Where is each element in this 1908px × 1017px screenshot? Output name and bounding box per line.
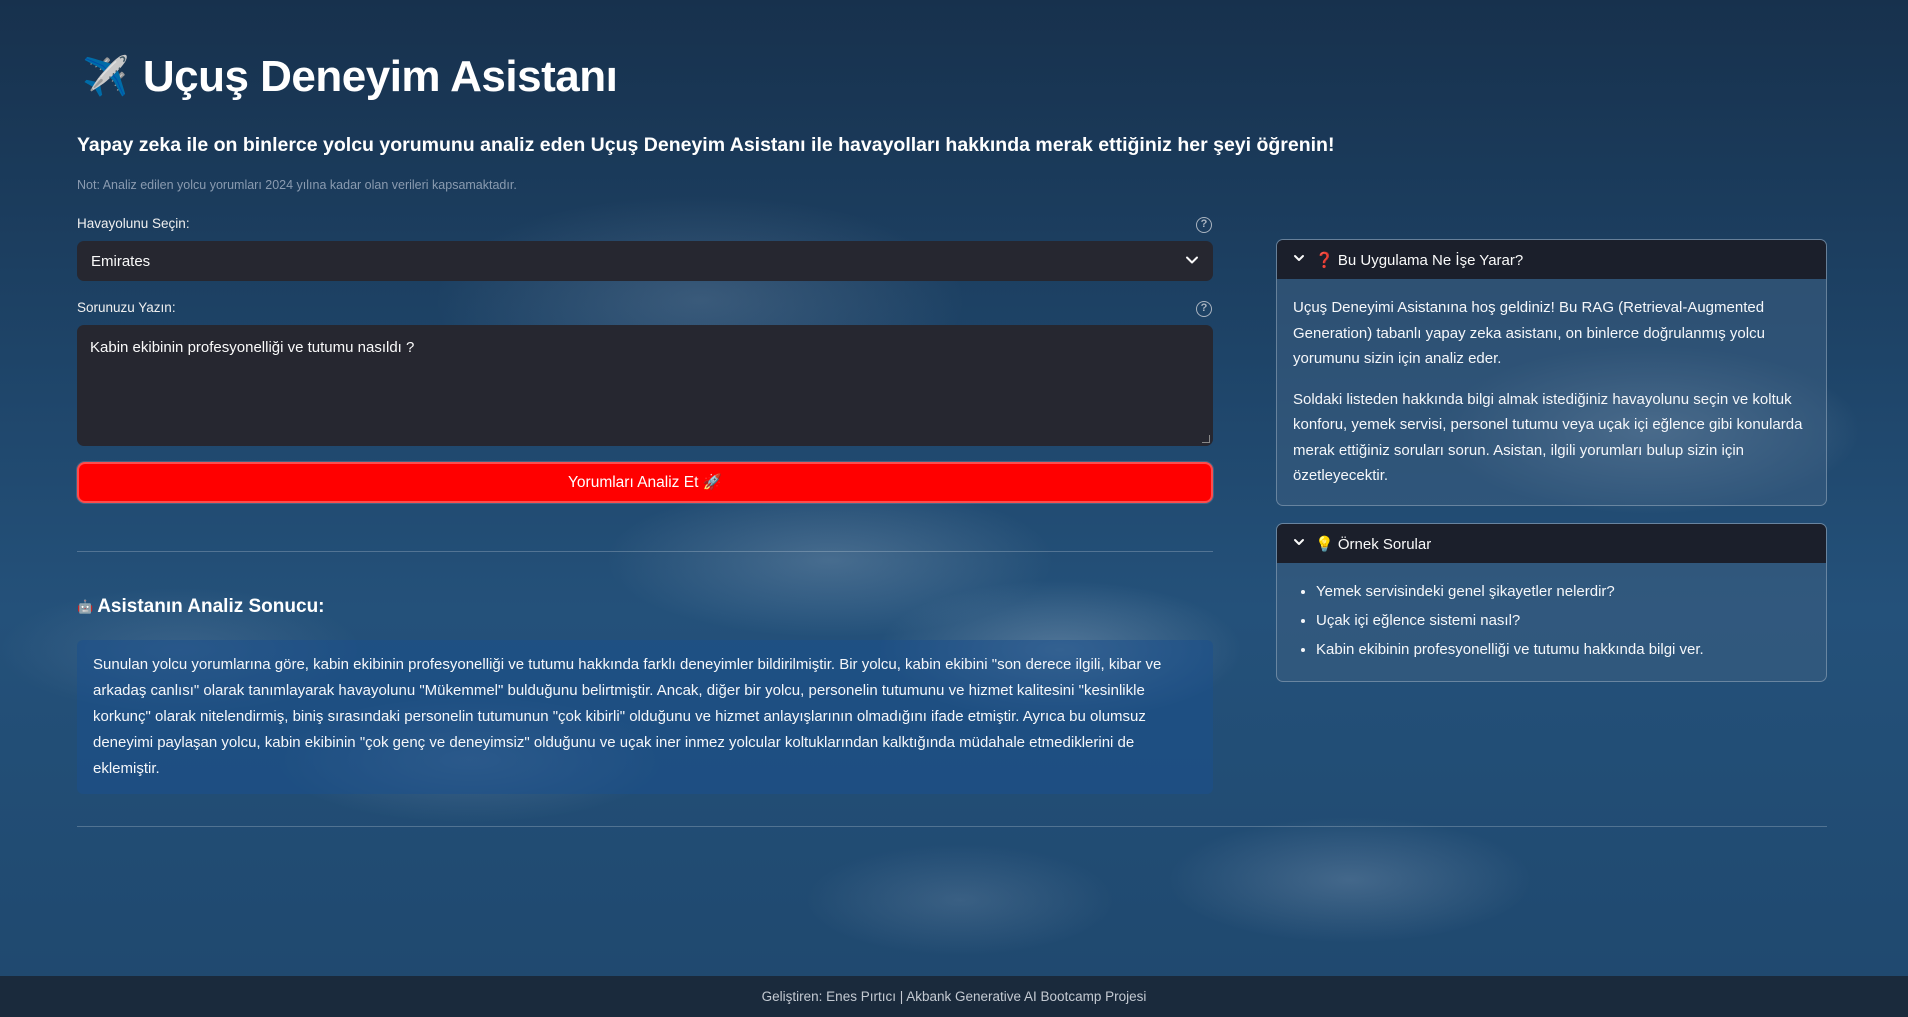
examples-expander-body: Yemek servisindeki genel şikayetler nele…: [1277, 563, 1826, 680]
help-icon[interactable]: ?: [1196, 301, 1212, 317]
help-icon[interactable]: ?: [1196, 217, 1212, 233]
about-expander: ❓ Bu Uygulama Ne İşe Yarar? Uçuş Deneyim…: [1276, 239, 1827, 506]
list-item: Uçak içi eğlence sistemi nasıl?: [1316, 606, 1810, 635]
airplane-icon: ✈️: [82, 56, 129, 98]
data-note: Not: Analiz edilen yolcu yorumları 2024 …: [77, 178, 517, 192]
result-box: Sunulan yolcu yorumlarına göre, kabin ek…: [77, 640, 1213, 794]
robot-icon: 🤖: [77, 599, 94, 614]
chevron-down-icon: [1185, 253, 1199, 270]
examples-expander-header[interactable]: 💡 Örnek Sorular: [1277, 524, 1826, 563]
footer-text: Geliştiren: Enes Pırtıcı | Akbank Genera…: [761, 989, 1147, 1004]
analyze-button[interactable]: Yorumları Analiz Et 🚀: [77, 462, 1213, 503]
list-item: Yemek servisindeki genel şikayetler nele…: [1316, 577, 1810, 606]
airline-select[interactable]: Emirates: [77, 241, 1213, 281]
airline-selected-value: Emirates: [91, 252, 151, 270]
examples-expander-title: 💡 Örnek Sorular: [1315, 535, 1432, 553]
question-label: Sorunuzu Yazın:: [77, 300, 176, 315]
page-title: ✈️ Uçuş Deneyim Asistanı: [82, 52, 618, 102]
chevron-down-icon: [1293, 252, 1307, 267]
about-expander-title: ❓ Bu Uygulama Ne İşe Yarar?: [1315, 251, 1524, 269]
divider: [77, 551, 1213, 552]
about-expander-header[interactable]: ❓ Bu Uygulama Ne İşe Yarar?: [1277, 240, 1826, 279]
about-paragraph: Uçuş Deneyimi Asistanına hoş geldiniz! B…: [1293, 299, 1765, 367]
divider: [77, 826, 1827, 827]
result-heading-text: Asistanın Analiz Sonucu:: [97, 596, 325, 617]
result-heading: 🤖 Asistanın Analiz Sonucu:: [77, 596, 325, 618]
footer: Geliştiren: Enes Pırtıcı | Akbank Genera…: [0, 976, 1908, 1017]
chevron-down-icon: [1293, 536, 1307, 551]
example-questions-list: Yemek servisindeki genel şikayetler nele…: [1293, 577, 1810, 664]
resize-handle-icon[interactable]: [1202, 435, 1210, 443]
airline-label: Havayolunu Seçin:: [77, 216, 190, 231]
about-expander-body: Uçuş Deneyimi Asistanına hoş geldiniz! B…: [1277, 279, 1826, 505]
question-text: Kabin ekibinin profesyonelliği ve tutumu…: [90, 339, 415, 356]
page-subtitle: Yapay zeka ile on binlerce yolcu yorumun…: [77, 134, 1335, 156]
about-paragraph: Soldaki listeden hakkında bilgi almak is…: [1293, 390, 1803, 485]
question-textarea[interactable]: Kabin ekibinin profesyonelliği ve tutumu…: [77, 325, 1213, 446]
page-title-text: Uçuş Deneyim Asistanı: [142, 52, 618, 101]
list-item: Kabin ekibinin profesyonelliği ve tutumu…: [1316, 635, 1810, 664]
examples-expander: 💡 Örnek Sorular Yemek servisindeki genel…: [1276, 523, 1827, 682]
